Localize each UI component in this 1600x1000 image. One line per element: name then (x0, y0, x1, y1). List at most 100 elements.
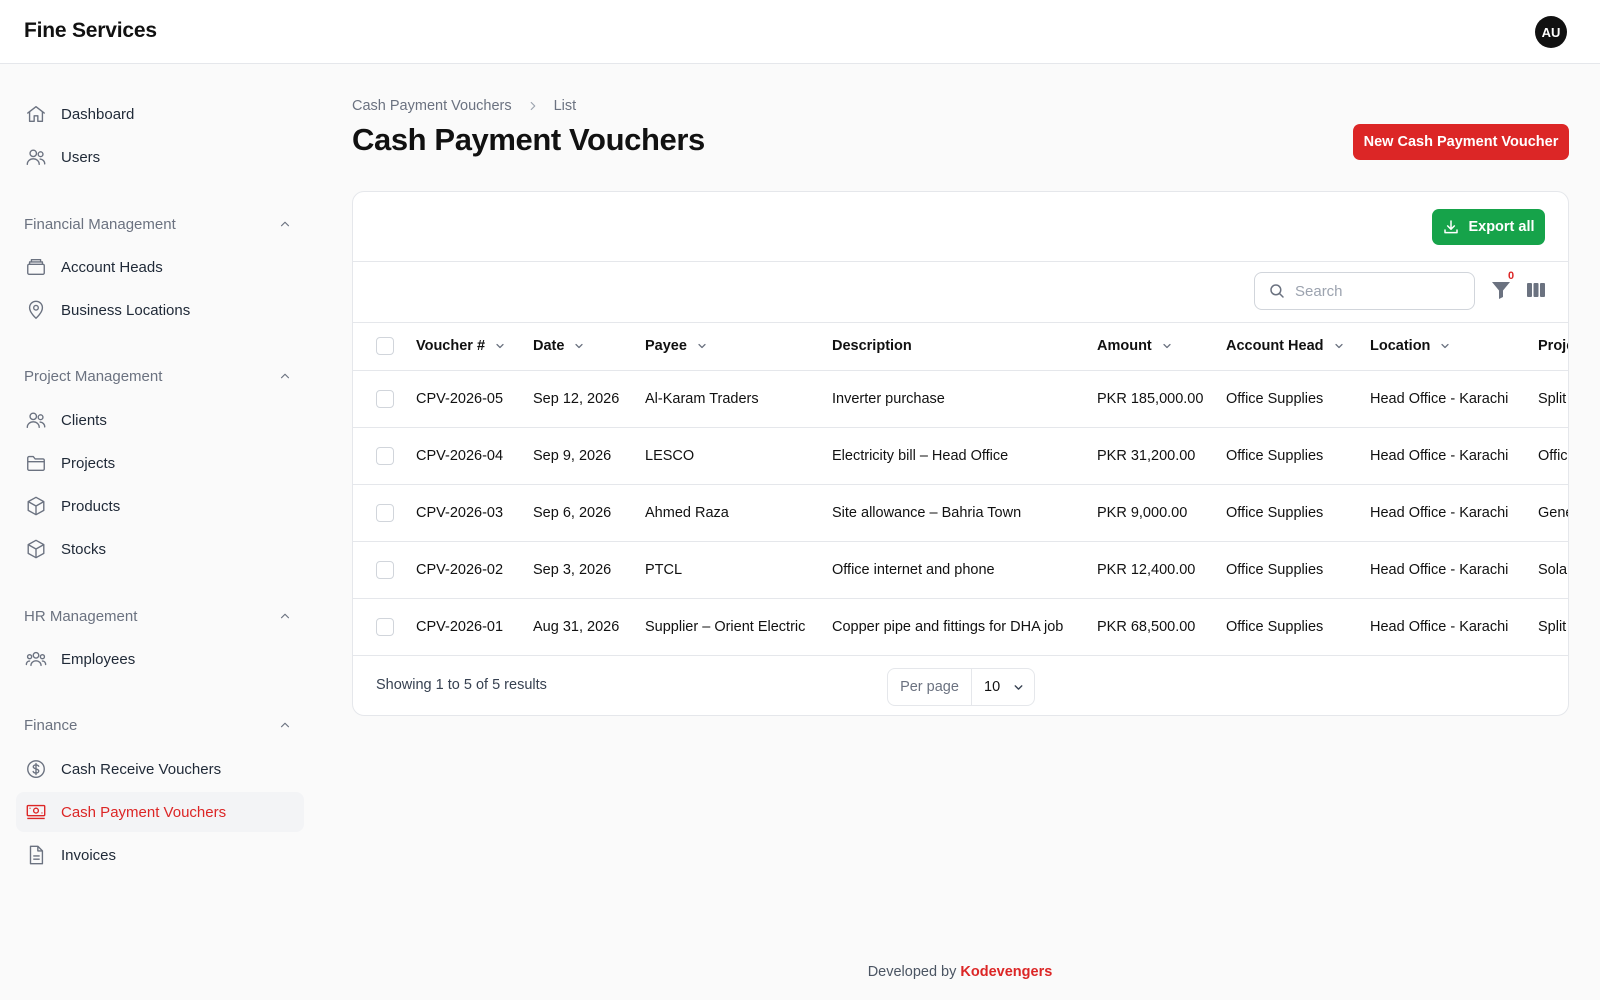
sidebar-group-label: Finance (24, 716, 78, 734)
cell-payee: Al-Karam Traders (645, 391, 759, 407)
sidebar-group-financial-management[interactable]: Financial Management (24, 212, 296, 236)
home-icon (27, 105, 45, 123)
sidebar-item-employees[interactable]: Employees (16, 639, 304, 679)
column-header-voucher[interactable]: Voucher # (416, 336, 506, 356)
cell-account-head: Office Supplies (1226, 391, 1324, 407)
sidebar-item-products[interactable]: Products (16, 486, 304, 526)
sidebar-item-business-locations[interactable]: Business Locations (16, 290, 304, 330)
cell-voucher[interactable]: CPV-2026-04 (416, 446, 503, 466)
per-page-value[interactable]: 10 (972, 679, 1034, 695)
sidebar-item-label: Stocks (61, 540, 107, 558)
chevron-down-icon (698, 343, 706, 349)
cell-location: Head Office - Karachi (1370, 448, 1509, 464)
column-header-project[interactable]: Proje (1538, 336, 1568, 356)
column-header-payee[interactable]: Payee (645, 336, 708, 356)
chevron-down-icon (1163, 343, 1171, 349)
sidebar-group-hr-management[interactable]: HR Management (24, 604, 296, 628)
sidebar-item-label: Employees (61, 650, 136, 668)
row-checkbox[interactable] (376, 561, 394, 579)
breadcrumb-current: List (553, 98, 577, 114)
cell-payee: Supplier – Orient Electric (645, 619, 806, 635)
cell-voucher[interactable]: CPV-2026-05 (416, 389, 503, 409)
cell-project: Gene (1538, 505, 1568, 521)
app-brand[interactable]: Fine Services (24, 19, 157, 43)
breadcrumb: Cash Payment Vouchers List (352, 96, 576, 116)
sidebar-item-cash-payment-vouchers[interactable]: Cash Payment Vouchers (16, 792, 304, 832)
row-divider (353, 655, 1568, 656)
footer-brand-link[interactable]: Kodevengers (960, 964, 1052, 980)
sidebar-item-dashboard[interactable]: Dashboard (16, 94, 304, 134)
cell-voucher[interactable]: CPV-2026-01 (416, 617, 503, 637)
sidebar-item-label: Business Locations (61, 301, 191, 319)
chevron-down-icon (1014, 684, 1023, 690)
row-checkbox[interactable] (376, 504, 394, 522)
cell-amount: PKR 185,000.00 (1097, 391, 1204, 407)
cell-account-head: Office Supplies (1226, 448, 1324, 464)
top-bar: Fine Services AU (0, 0, 1600, 64)
cell-project: Offic (1538, 448, 1568, 464)
breadcrumb-parent-link[interactable]: Cash Payment Vouchers (352, 98, 512, 114)
filter-count-badge: 0 (1508, 270, 1515, 282)
cell-date: Sep 3, 2026 (533, 562, 612, 578)
divider (353, 322, 1568, 323)
per-page-value-text: 10 (984, 679, 1001, 695)
users-icon (26, 149, 46, 166)
export-all-button[interactable]: Export all (1432, 209, 1545, 245)
users-icon (26, 412, 46, 429)
column-header-label: Proje (1538, 338, 1568, 354)
sidebar-item-label: Cash Receive Vouchers (61, 760, 222, 778)
per-page-label: Per page (888, 669, 972, 705)
user-avatar[interactable]: AU (1535, 16, 1567, 48)
column-header-account-head[interactable]: Account Head (1226, 336, 1345, 356)
footer: Developed by Kodevengers (0, 964, 1600, 980)
sidebar-item-projects[interactable]: Projects (16, 443, 304, 483)
chevron-up-icon (280, 722, 290, 728)
column-header-label: Date (533, 338, 565, 354)
row-checkbox[interactable] (376, 618, 394, 636)
page-title: Cash Payment Vouchers (352, 122, 705, 157)
row-checkbox[interactable] (376, 447, 394, 465)
cell-voucher[interactable]: CPV-2026-02 (416, 560, 503, 580)
cell-voucher[interactable]: CPV-2026-03 (416, 503, 503, 523)
chevron-down-icon (1441, 343, 1450, 349)
column-header-label: Amount (1097, 338, 1152, 354)
new-cash-payment-voucher-button[interactable]: New Cash Payment Voucher (1353, 124, 1569, 160)
cell-location: Head Office - Karachi (1370, 391, 1509, 407)
column-header-amount[interactable]: Amount (1097, 336, 1173, 356)
columns-icon[interactable] (1524, 278, 1548, 302)
column-header-label: Account Head (1226, 338, 1324, 354)
cell-location: Head Office - Karachi (1370, 562, 1509, 578)
row-divider (353, 427, 1568, 428)
search-icon (1270, 284, 1284, 298)
sidebar-item-invoices[interactable]: Invoices (16, 835, 304, 875)
sidebar-item-account-heads[interactable]: Account Heads (16, 247, 304, 287)
cell-description: Office internet and phone (832, 562, 995, 578)
cell-account-head: Office Supplies (1226, 562, 1324, 578)
column-header-date[interactable]: Date (533, 336, 585, 356)
column-header-label: Voucher # (416, 338, 486, 354)
sidebar-group-finance[interactable]: Finance (24, 713, 296, 737)
sidebar-item-label: Clients (61, 411, 107, 429)
select-all-checkbox[interactable] (376, 337, 394, 355)
cell-amount: PKR 31,200.00 (1097, 448, 1196, 464)
footer-prefix: Developed by (867, 964, 957, 980)
column-header-location[interactable]: Location (1370, 336, 1451, 356)
row-checkbox[interactable] (376, 390, 394, 408)
chevron-down-icon (496, 343, 504, 349)
sidebar-item-users[interactable]: Users (16, 137, 304, 177)
search-field[interactable] (1254, 272, 1475, 310)
per-page-select[interactable]: Per page 10 (887, 668, 1035, 706)
search-input[interactable] (1295, 282, 1455, 300)
cell-date: Sep 9, 2026 (533, 448, 612, 464)
sidebar-item-clients[interactable]: Clients (16, 400, 304, 440)
cell-payee: Ahmed Raza (645, 505, 729, 521)
chevron-down-icon (1334, 343, 1343, 349)
sidebar-item-stocks[interactable]: Stocks (16, 529, 304, 569)
sidebar-item-label: Projects (61, 454, 116, 472)
sidebar-group-project-management[interactable]: Project Management (24, 364, 296, 388)
cell-amount: PKR 12,400.00 (1097, 562, 1196, 578)
folder-icon (27, 455, 45, 472)
cell-payee: PTCL (645, 562, 683, 578)
sidebar-item-cash-receive-vouchers[interactable]: Cash Receive Vouchers (16, 749, 304, 789)
cube-icon (27, 496, 45, 516)
